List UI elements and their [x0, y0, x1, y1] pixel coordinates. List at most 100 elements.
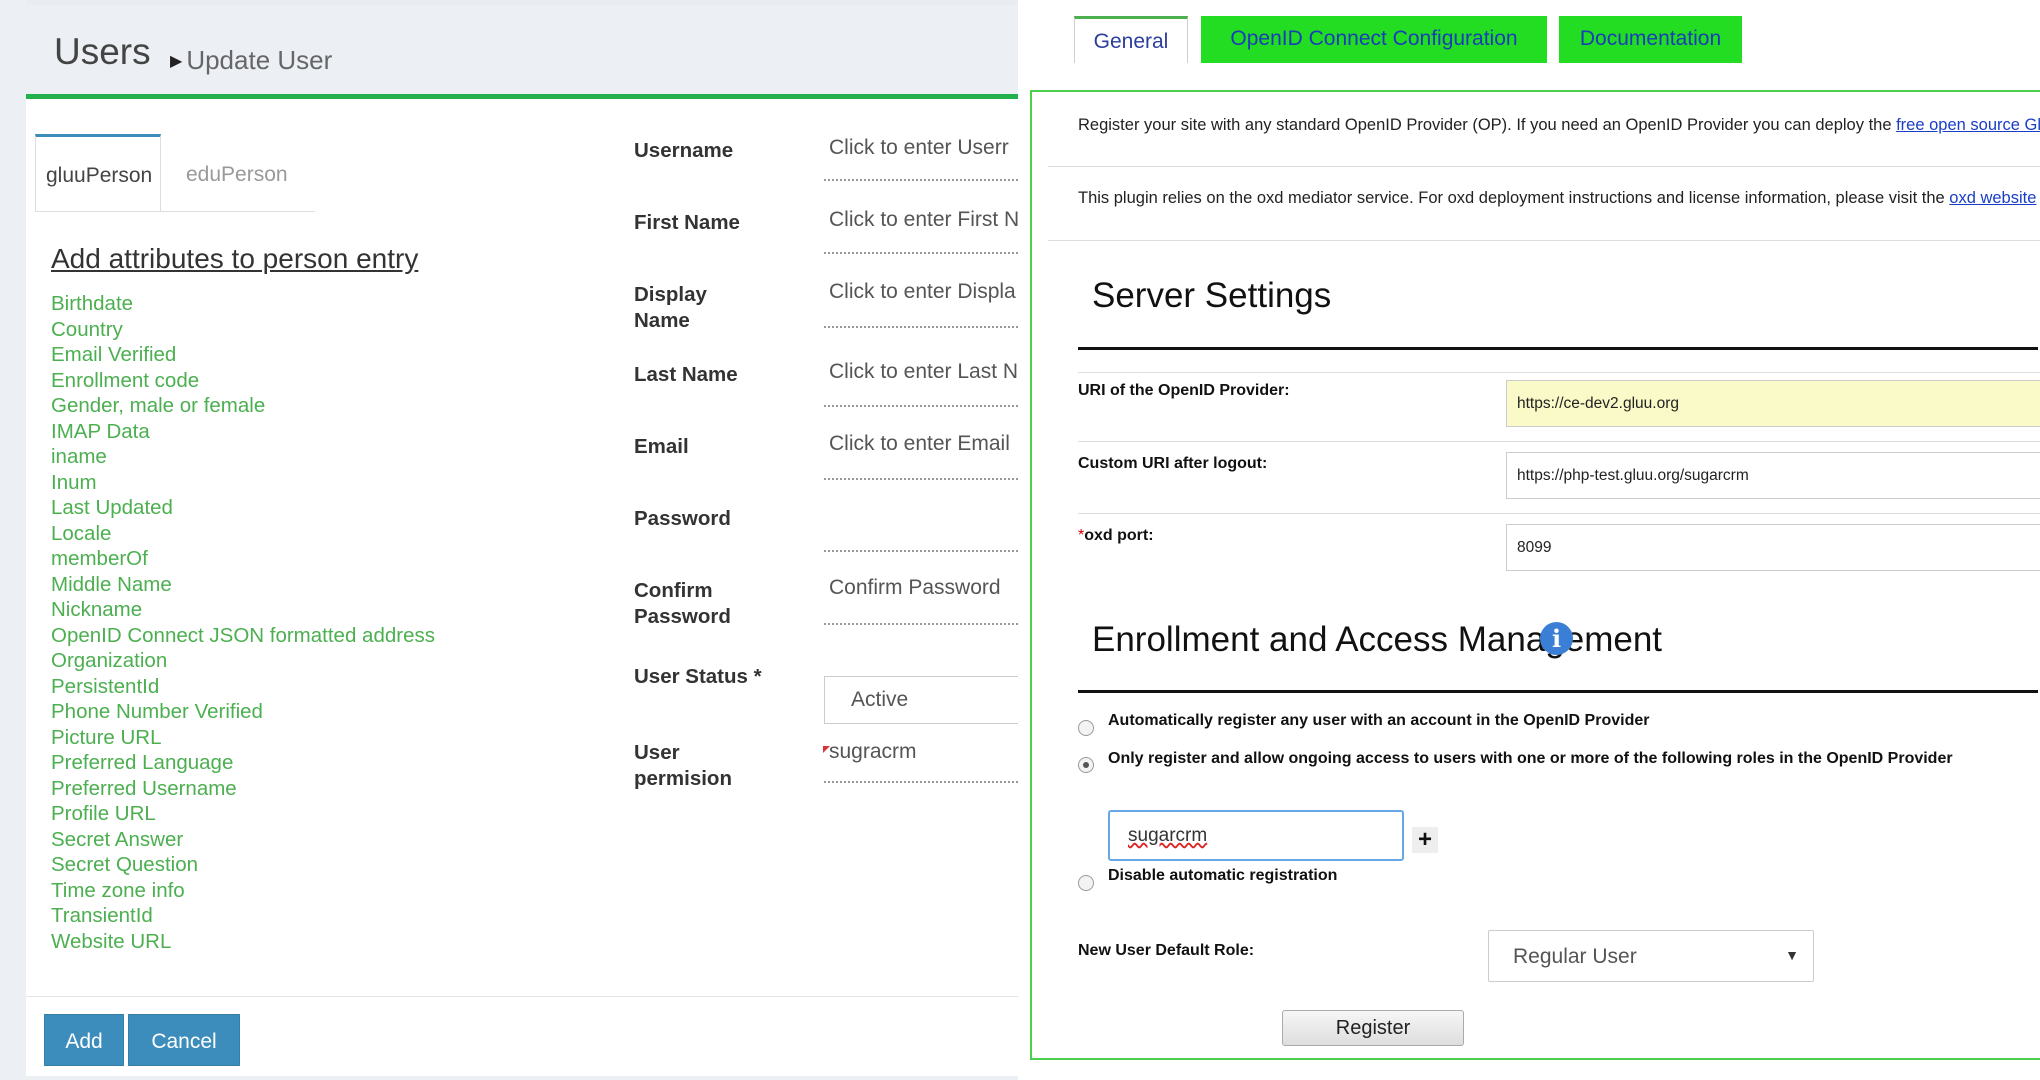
tab-eduperson[interactable]: eduPerson [161, 134, 314, 212]
attribute-link[interactable]: Birthdate [51, 291, 435, 317]
oxd-port-label-text: oxd port: [1084, 527, 1154, 544]
bottom-edge [0, 1076, 1018, 1080]
tab-general[interactable]: General [1074, 16, 1188, 63]
info-icon[interactable]: i [1540, 622, 1573, 655]
row-divider [1078, 513, 2040, 514]
attribute-link[interactable]: Picture URL [51, 725, 435, 751]
attribute-link[interactable]: OpenID Connect JSON formatted address [51, 623, 435, 649]
provider-uri-input[interactable]: https://ce-dev2.gluu.org [1506, 380, 2040, 427]
attribute-link[interactable]: PersistentId [51, 674, 435, 700]
attribute-link[interactable]: Inum [51, 470, 435, 496]
display-name-field[interactable]: Click to enter Displa [829, 280, 1016, 304]
page-title: Users [54, 31, 151, 72]
cancel-button[interactable]: Cancel [128, 1014, 240, 1066]
attribute-link[interactable]: Country [51, 317, 435, 343]
last-name-underline [824, 405, 1018, 407]
user-permission-label: User permision [634, 740, 732, 792]
confirm-password-label: Confirm Password [634, 578, 731, 630]
password-underline [824, 550, 1018, 552]
add-button[interactable]: Add [44, 1014, 124, 1066]
attribute-link[interactable]: Last Updated [51, 495, 435, 521]
attribute-link[interactable]: memberOf [51, 546, 435, 572]
role-input-value: sugarcrm [1128, 825, 1208, 846]
role-input[interactable]: sugarcrm [1108, 810, 1404, 861]
attribute-link[interactable]: Profile URL [51, 801, 435, 827]
password-label: Password [634, 507, 731, 530]
users-panel: Users ▶ Update User gluuPerson eduPerson … [0, 0, 1018, 1080]
display-name-underline [824, 326, 1018, 328]
user-permission-field[interactable]: sugracrm [829, 740, 917, 764]
oxd-port-input[interactable]: 8099 [1506, 524, 2040, 571]
breadcrumb-label: Update User [186, 45, 333, 75]
username-underline [824, 179, 1018, 181]
default-role-label: New User Default Role: [1078, 942, 1255, 959]
plugin-settings-panel: General OpenID Connect Configuration Doc… [1018, 0, 2040, 1080]
radio-auto-register-label: Automatically register any user with an … [1108, 712, 1650, 729]
attribute-list: Birthdate Country Email Verified Enrollment… [51, 291, 435, 954]
logout-uri-input[interactable]: https://php-test.gluu.org/sugarcrm [1506, 452, 2040, 499]
attribute-link[interactable]: Website URL [51, 929, 435, 955]
email-label: Email [634, 435, 689, 458]
tab-gluuperson[interactable]: gluuPerson [35, 134, 161, 212]
notice-op: Register your site with any standard Ope… [1078, 116, 2040, 135]
add-role-button[interactable]: + [1412, 827, 1438, 853]
dropdown-arrow-icon: ▼ [1785, 947, 1799, 963]
attribute-link[interactable]: Organization [51, 648, 435, 674]
gluu-server-link[interactable]: free open source Gluu Server [1896, 116, 2040, 134]
attribute-link[interactable]: Middle Name [51, 572, 435, 598]
user-permission-underline [824, 781, 1018, 783]
attribute-link[interactable]: IMAP Data [51, 419, 435, 445]
username-field[interactable]: Click to enter Userr [829, 136, 1009, 160]
display-name-label-line1: Display [634, 283, 707, 306]
user-permission-label-line1: User [634, 741, 680, 764]
enrollment-heading: Enrollment and Access Management [1092, 620, 1663, 659]
enrollment-rule [1078, 690, 2038, 693]
attribute-link[interactable]: iname [51, 444, 435, 470]
oxd-website-link[interactable]: oxd website [1949, 189, 2036, 207]
attribute-link[interactable]: Preferred Language [51, 750, 435, 776]
attribute-link[interactable]: TransientId [51, 903, 435, 929]
attribute-link[interactable]: Secret Answer [51, 827, 435, 853]
notice-op-text: Register your site with any standard Ope… [1078, 116, 1897, 134]
register-button[interactable]: Register [1282, 1010, 1464, 1046]
tab-openid-connect-configuration[interactable]: OpenID Connect Configuration [1201, 16, 1547, 63]
attribute-link[interactable]: Time zone info [51, 878, 435, 904]
radio-auto-register[interactable] [1078, 720, 1094, 736]
email-field[interactable]: Click to enter Email [829, 432, 1010, 456]
breadcrumb: ▶ Update User [170, 45, 332, 76]
radio-disable-registration[interactable] [1078, 875, 1094, 891]
display-name-label-line2: Name [634, 309, 690, 332]
caret-right-icon: ▶ [170, 53, 183, 70]
header-accent-bar [26, 94, 1018, 99]
last-name-field[interactable]: Click to enter Last N [829, 360, 1018, 384]
attribute-link[interactable]: Gender, male or female [51, 393, 435, 419]
radio-role-register[interactable] [1078, 757, 1094, 773]
attribute-link[interactable]: Secret Question [51, 852, 435, 878]
attribute-link[interactable]: Enrollment code [51, 368, 435, 394]
confirm-password-field[interactable]: Confirm Password [829, 576, 1001, 600]
display-name-label: Display Name [634, 282, 707, 334]
row-divider [1078, 441, 2040, 442]
oxd-port-label: *oxd port: [1078, 527, 1154, 545]
server-settings-heading: Server Settings [1092, 276, 1332, 315]
user-status-label: User Status * [634, 665, 762, 688]
tab-documentation[interactable]: Documentation [1559, 16, 1742, 63]
first-name-field[interactable]: Click to enter First N [829, 208, 1018, 232]
user-status-select[interactable]: Active [824, 676, 1018, 724]
row-divider [1078, 372, 2040, 373]
notice-divider-2 [1048, 240, 2040, 241]
notice-oxd: This plugin relies on the oxd mediator s… [1078, 189, 2036, 208]
attribute-link[interactable]: Nickname [51, 597, 435, 623]
attribute-link[interactable]: Email Verified [51, 342, 435, 368]
confirm-password-underline [824, 623, 1018, 625]
radio-role-register-label: Only register and allow ongoing access t… [1108, 750, 1953, 767]
confirm-password-label-line1: Confirm [634, 579, 713, 602]
footer-divider [26, 996, 1018, 997]
side-edge [0, 0, 26, 1080]
attribute-link[interactable]: Phone Number Verified [51, 699, 435, 725]
confirm-password-label-line2: Password [634, 605, 731, 628]
default-role-select[interactable]: Regular User ▼ [1488, 930, 1814, 982]
attribute-link[interactable]: Preferred Username [51, 776, 435, 802]
notice-oxd-text: This plugin relies on the oxd mediator s… [1078, 189, 1950, 207]
attribute-link[interactable]: Locale [51, 521, 435, 547]
